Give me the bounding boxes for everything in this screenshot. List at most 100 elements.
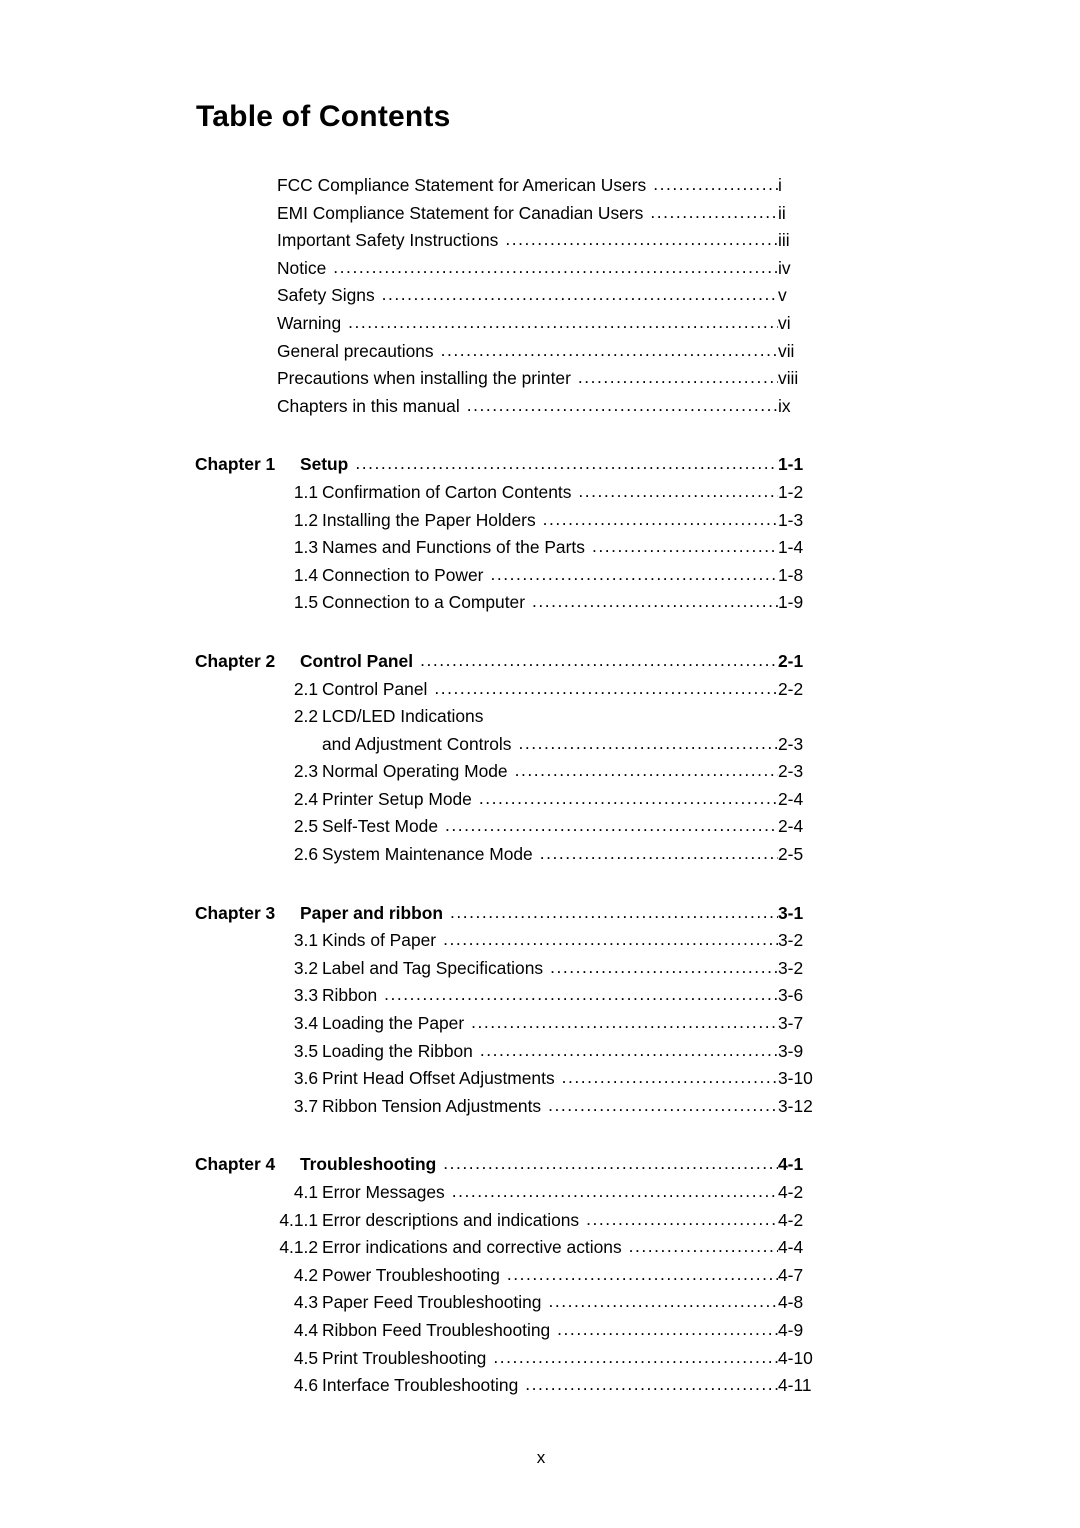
toc-section-entry[interactable]: 3.1 Kinds of Paper.......................…	[0, 927, 1080, 955]
section-title: Loading the Paper	[322, 1013, 465, 1034]
entry-title-wrap: EMI Compliance Statement for Canadian Us…	[277, 200, 778, 228]
toc-section-entry[interactable]: 4.5 Print Troubleshooting................…	[0, 1345, 1080, 1373]
toc-chapter-entry[interactable]: Chapter 2 Control Panel..................…	[0, 648, 1080, 676]
toc-section-entry[interactable]: 1.4 Connection to Power..................…	[0, 562, 1080, 590]
entry-title-wrap: Ribbon..................................…	[322, 982, 778, 1010]
toc-chapter-entry[interactable]: Chapter 3 Paper and ribbon...............…	[0, 900, 1080, 928]
toc-entry[interactable]: FCC Compliance Statement for American Us…	[0, 172, 1080, 200]
toc-section-entry[interactable]: 4.6 Interface Troubleshooting............…	[0, 1372, 1080, 1400]
toc-chapter-entry[interactable]: Chapter 1 Setup..........................…	[0, 451, 1080, 479]
entry-page-number: 4-10	[778, 1347, 813, 1368]
dot-leader: ........................................…	[440, 339, 778, 360]
entry-title-wrap: Names and Functions of the Parts........…	[322, 534, 778, 562]
section-title: Ribbon Feed Troubleshooting	[322, 1319, 551, 1340]
toc-section-entry[interactable]: 2.5 Self-Test Mode.......................…	[0, 813, 1080, 841]
entry-page-number: vii	[778, 340, 795, 361]
toc-entry[interactable]: Warning.................................…	[0, 310, 1080, 338]
section-number: 4.1.2	[279, 1237, 318, 1258]
page-footer: x	[0, 1448, 1080, 1468]
toc-section-entry[interactable]: 3.7 Ribbon Tension Adjustments...........…	[0, 1093, 1080, 1121]
section-title: Error descriptions and indications	[322, 1209, 580, 1230]
toc-section-entry[interactable]: 3.4 Loading the Paper....................…	[0, 1010, 1080, 1038]
toc-section-entry[interactable]: 4.4 Ribbon Feed Troubleshooting..........…	[0, 1317, 1080, 1345]
dot-leader: ........................................…	[514, 760, 778, 781]
section-title: LCD/LED Indications	[322, 706, 484, 727]
chapter-title: Control Panel	[300, 650, 414, 671]
section-number: 1.3	[293, 537, 318, 558]
entry-title-wrap: Print Troubleshooting...................…	[322, 1345, 778, 1373]
entry-title-wrap: Ribbon Feed Troubleshooting.............…	[322, 1317, 778, 1345]
section-title: System Maintenance Mode	[322, 844, 533, 865]
toc-section-entry[interactable]: 4.2 Power Troubleshooting................…	[0, 1262, 1080, 1290]
entry-title: Safety Signs	[277, 285, 375, 306]
toc-section-entry[interactable]: 1.2 Installing the Paper Holders.........…	[0, 507, 1080, 535]
entry-page-number: 1-1	[778, 454, 804, 475]
entry-page-number: 2-2	[778, 678, 804, 699]
dot-leader: ........................................…	[650, 201, 778, 222]
entry-title: FCC Compliance Statement for American Us…	[277, 175, 647, 195]
entry-page-number: 3-9	[778, 1040, 804, 1061]
section-title: Print Troubleshooting	[322, 1347, 487, 1368]
chapter-label: Chapter 3	[195, 902, 276, 923]
toc-section-entry[interactable]: 4.1.1 Error descriptions and indications.…	[0, 1207, 1080, 1235]
toc-chapter-entry[interactable]: Chapter 4 Troubleshooting................…	[0, 1151, 1080, 1179]
toc-section-entry[interactable]: 2.1 Control Panel........................…	[0, 676, 1080, 704]
entry-title-wrap: Interface Troubleshooting...............…	[322, 1372, 778, 1400]
toc-section-entry[interactable]: 3.3 Ribbon...............................…	[0, 982, 1080, 1010]
toc-section-entry[interactable]: 4.1.2 Error indications and corrective ac…	[0, 1234, 1080, 1262]
chapter-title: Paper and ribbon	[300, 902, 444, 923]
section-title: Confirmation of Carton Contents	[322, 481, 572, 502]
dot-leader: ........................................…	[525, 1374, 778, 1395]
toc-section-entry[interactable]: 2.3 Normal Operating Mode................…	[0, 758, 1080, 786]
toc-entry[interactable]: Chapters in this manual.................…	[0, 393, 1080, 421]
toc-entry[interactable]: Notice..................................…	[0, 255, 1080, 283]
section-number: 4.3	[293, 1292, 318, 1313]
section-number: 2.4	[293, 788, 318, 809]
toc-entry[interactable]: Safety Signs............................…	[0, 282, 1080, 310]
entry-page-number: 1-3	[778, 509, 804, 530]
entry-page-number: 4-8	[778, 1292, 804, 1313]
dot-leader: ........................................…	[355, 453, 778, 474]
chapter-title: Troubleshooting	[300, 1154, 437, 1175]
entry-title-wrap: Precautions when installing the printer.…	[277, 365, 778, 393]
section-number: 2.2	[293, 706, 318, 727]
toc-entry[interactable]: EMI Compliance Statement for Canadian Us…	[0, 200, 1080, 228]
dot-leader: ........................................…	[506, 1263, 778, 1284]
toc-entry[interactable]: Important Safety Instructions...........…	[0, 227, 1080, 255]
entry-page-number: 1-8	[778, 564, 804, 585]
entry-title-wrap: System Maintenance Mode.................…	[322, 841, 778, 869]
dot-leader: ........................................…	[384, 984, 778, 1005]
section-number: 2.3	[293, 761, 318, 782]
section-title: Installing the Paper Holders	[322, 509, 536, 530]
entry-page-number: 3-7	[778, 1013, 804, 1034]
entry-title: Notice	[277, 257, 327, 278]
entry-title-wrap: Control Panel...........................…	[322, 676, 778, 704]
entry-title-wrap: Label and Tag Specifications............…	[322, 955, 778, 983]
toc-entry[interactable]: General precautions.....................…	[0, 338, 1080, 366]
toc-section-entry[interactable]: 2.4 Printer Setup Mode...................…	[0, 786, 1080, 814]
section-number: 4.5	[293, 1347, 318, 1368]
toc-section-entry[interactable]: 1.3 Names and Functions of the Parts.....…	[0, 534, 1080, 562]
section-number: 1.2	[293, 509, 318, 530]
toc-section-entry[interactable]: 3.6 Print Head Offset Adjustments........…	[0, 1065, 1080, 1093]
entry-title-wrap: Paper Feed Troubleshooting..............…	[322, 1289, 778, 1317]
section-number: 1.4	[293, 564, 318, 585]
toc-section-entry[interactable]: 1.1 Confirmation of Carton Contents......…	[0, 479, 1080, 507]
section-number: 2.5	[293, 816, 318, 837]
toc-section-entry[interactable]: 4.1 Error Messages.......................…	[0, 1179, 1080, 1207]
dot-leader: ........................................…	[471, 1012, 778, 1033]
entry-page-number: 1-4	[778, 537, 804, 558]
toc-section-entry[interactable]: 3.5 Loading the Ribbon...................…	[0, 1038, 1080, 1066]
entry-title-wrap: Loading the Ribbon......................…	[322, 1038, 778, 1066]
entry-title-wrap: Normal Operating Mode...................…	[322, 758, 778, 786]
section-number: 2.6	[293, 844, 318, 865]
toc-section-entry[interactable]: 1.5 Connection to a Computer.............…	[0, 589, 1080, 617]
toc-section-entry[interactable]: 4.3 Paper Feed Troubleshooting...........…	[0, 1289, 1080, 1317]
entry-page-number: 2-5	[778, 844, 804, 865]
toc-section-entry[interactable]: 2.6 System Maintenance Mode..............…	[0, 841, 1080, 869]
section-title: Loading the Ribbon	[322, 1040, 473, 1061]
toc-section-entry[interactable]: 3.2 Label and Tag Specifications.........…	[0, 955, 1080, 983]
toc-entry[interactable]: Precautions when installing the printer.…	[0, 365, 1080, 393]
chapter-title: Setup	[300, 454, 349, 475]
toc-section-entry[interactable]: 2.2 LCD/LED Indications and Adjustment Con…	[0, 703, 1080, 758]
